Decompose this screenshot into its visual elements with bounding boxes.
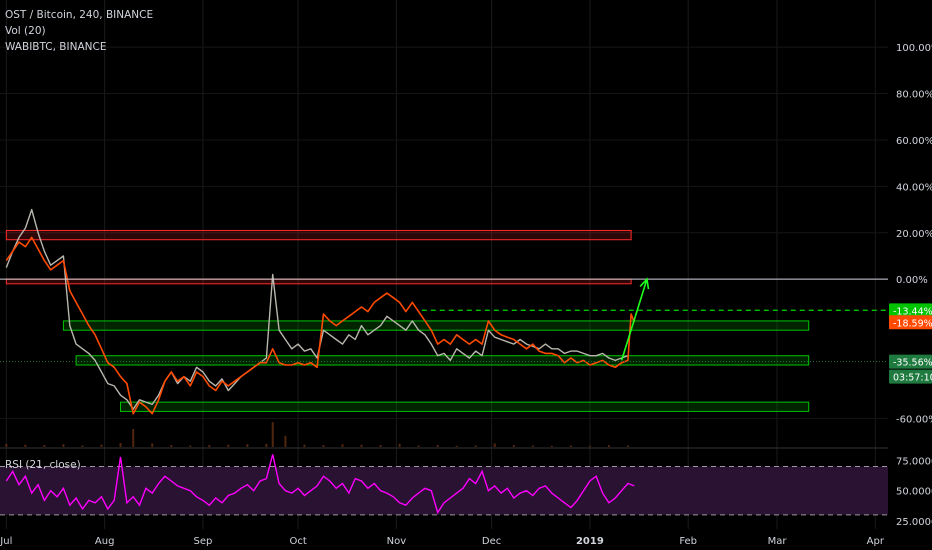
volume-bar: [170, 445, 173, 447]
resistance-zone: [5, 229, 632, 241]
volume-bar: [341, 444, 344, 447]
volume-bar: [626, 445, 629, 447]
volume-bar: [62, 444, 65, 447]
volume-bar: [417, 445, 420, 447]
volume-indicator-label: Vol (20): [5, 25, 46, 37]
volume-bar: [360, 444, 363, 447]
volume-bar: [119, 443, 122, 447]
volume-bar: [607, 445, 610, 447]
x-tick-label: Feb: [679, 536, 697, 547]
volume-bar: [284, 435, 287, 447]
x-tick-label: Nov: [387, 536, 407, 547]
volume-bar: [151, 443, 154, 447]
y-tick-label: -60.00%: [896, 414, 932, 425]
y-tick-label: 100.00%: [896, 43, 932, 54]
compare-symbol-label: WABIBTC, BINANCE: [5, 41, 107, 53]
volume-bar: [455, 445, 458, 447]
volume-bar: [227, 444, 230, 447]
price-tag-text: -18.59%: [893, 318, 932, 329]
volume-bar: [588, 445, 591, 447]
volume-bar: [43, 445, 46, 447]
volume-bar: [322, 445, 325, 447]
volume-bar: [436, 445, 439, 447]
price-tag-text: -35.56%: [893, 358, 932, 369]
rsi-y-tick-label: 75.0000: [896, 456, 932, 467]
volume-bar: [100, 444, 103, 447]
rsi-title: RSI (21, close): [5, 459, 81, 471]
y-tick-label: 60.00%: [896, 136, 932, 147]
volume-bar: [474, 445, 477, 447]
volume-bar: [24, 444, 27, 447]
volume-bar: [569, 445, 572, 447]
resistance-zone: [5, 278, 632, 285]
y-tick-label: 80.00%: [896, 90, 932, 101]
y-tick-label: 0.00%: [896, 275, 928, 286]
price-tag-text: 03:57:10: [893, 373, 932, 384]
x-tick-label: Jul: [0, 536, 12, 547]
support-zone: [120, 401, 810, 412]
volume-bar: [132, 429, 135, 447]
volume-bar: [271, 422, 274, 447]
chart-svg[interactable]: 100.00% 80.00% 60.00% 40.00% 20.00% 0.00% -60.…: [0, 0, 932, 550]
x-tick-label: Dec: [482, 536, 501, 547]
x-tick-label: Aug: [95, 536, 115, 547]
volume-bar: [512, 445, 515, 447]
support-zone: [75, 355, 810, 366]
volume-bar: [303, 444, 306, 447]
volume-bar: [379, 445, 382, 447]
volume-bar: [265, 443, 268, 447]
rsi-y-tick-label: 50.0000: [896, 487, 932, 498]
rsi-y-tick-label: 25.0000: [896, 517, 932, 528]
volume-bar: [550, 445, 553, 447]
symbol-title: OST / Bitcoin, 240, BINANCE: [5, 9, 154, 21]
support-zone: [62, 320, 810, 331]
x-tick-label: Sep: [194, 536, 213, 547]
volume-bar: [81, 445, 84, 447]
volume-bar: [246, 444, 249, 447]
x-tick-label: 2019: [576, 536, 604, 547]
rsi-band: [0, 466, 888, 515]
volume-bar: [5, 443, 8, 447]
volume-bar: [189, 445, 192, 447]
y-tick-label: 40.00%: [896, 182, 932, 193]
x-tick-label: Apr: [867, 536, 885, 547]
volume-bar: [493, 443, 496, 447]
volume-bar: [398, 443, 401, 447]
volume-bar: [208, 445, 211, 447]
x-tick-label: Mar: [768, 536, 788, 547]
y-tick-label: 20.00%: [896, 229, 932, 240]
volume-bar: [531, 445, 534, 447]
x-tick-label: Oct: [289, 536, 306, 547]
